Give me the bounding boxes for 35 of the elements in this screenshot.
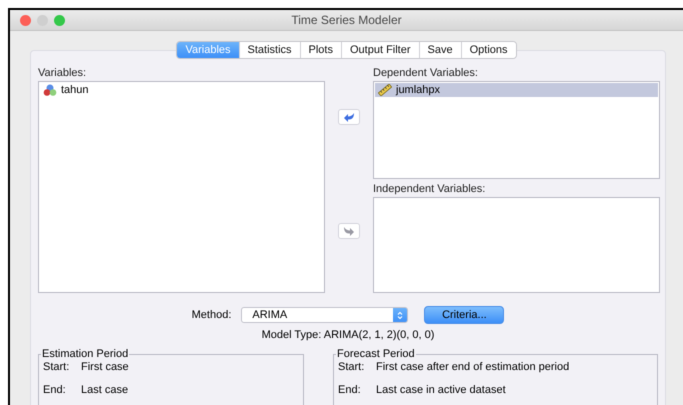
zoom-button[interactable] bbox=[54, 15, 65, 26]
close-button[interactable] bbox=[20, 15, 31, 26]
period-value: First case bbox=[81, 361, 130, 373]
variable-item[interactable]: tahun bbox=[40, 83, 323, 97]
chevron-updown-icon bbox=[397, 310, 404, 320]
move-button[interactable] bbox=[338, 109, 360, 125]
list-label: Independent Variables: bbox=[373, 183, 486, 197]
period-value: Last case in active dataset bbox=[376, 384, 507, 396]
period-value: Last case bbox=[81, 384, 130, 396]
period-label: Start: bbox=[338, 361, 366, 373]
method-dropdown[interactable]: ARIMA bbox=[241, 307, 408, 323]
right-arrow-icon bbox=[343, 226, 355, 236]
variable-item[interactable]: jumlahpx bbox=[375, 83, 658, 97]
minimize-button[interactable] bbox=[37, 15, 48, 26]
nominal-variable-icon bbox=[43, 84, 57, 96]
left-arrow-icon bbox=[343, 112, 355, 122]
list-label: Variables: bbox=[38, 67, 88, 81]
list-label: Dependent Variables: bbox=[373, 67, 479, 81]
model-type-text: Model Type: ARIMA(2, 1, 2)(0, 0, 0) bbox=[260, 329, 436, 341]
window-title: Time Series Modeler bbox=[291, 13, 402, 27]
independent-list[interactable] bbox=[373, 197, 660, 293]
period-value: First case after end of estimation period bbox=[376, 361, 570, 373]
variable-name: jumlahpx bbox=[396, 84, 440, 96]
criteria-button[interactable]: Criteria... bbox=[424, 306, 504, 324]
period-label: Start: bbox=[43, 361, 70, 373]
variables-list[interactable]: tahun bbox=[38, 81, 325, 293]
variable-name: tahun bbox=[61, 84, 89, 96]
group-title: Estimation Period bbox=[41, 348, 130, 360]
dependent-list[interactable]: jumlahpx bbox=[373, 81, 660, 179]
period-label: End: bbox=[43, 384, 67, 396]
method-label: Method: bbox=[192, 309, 232, 321]
period-label: End: bbox=[338, 384, 362, 396]
group-title: Forecast Period bbox=[336, 348, 416, 360]
tab[interactable]: Options bbox=[460, 42, 516, 58]
ruler-icon bbox=[378, 84, 392, 96]
